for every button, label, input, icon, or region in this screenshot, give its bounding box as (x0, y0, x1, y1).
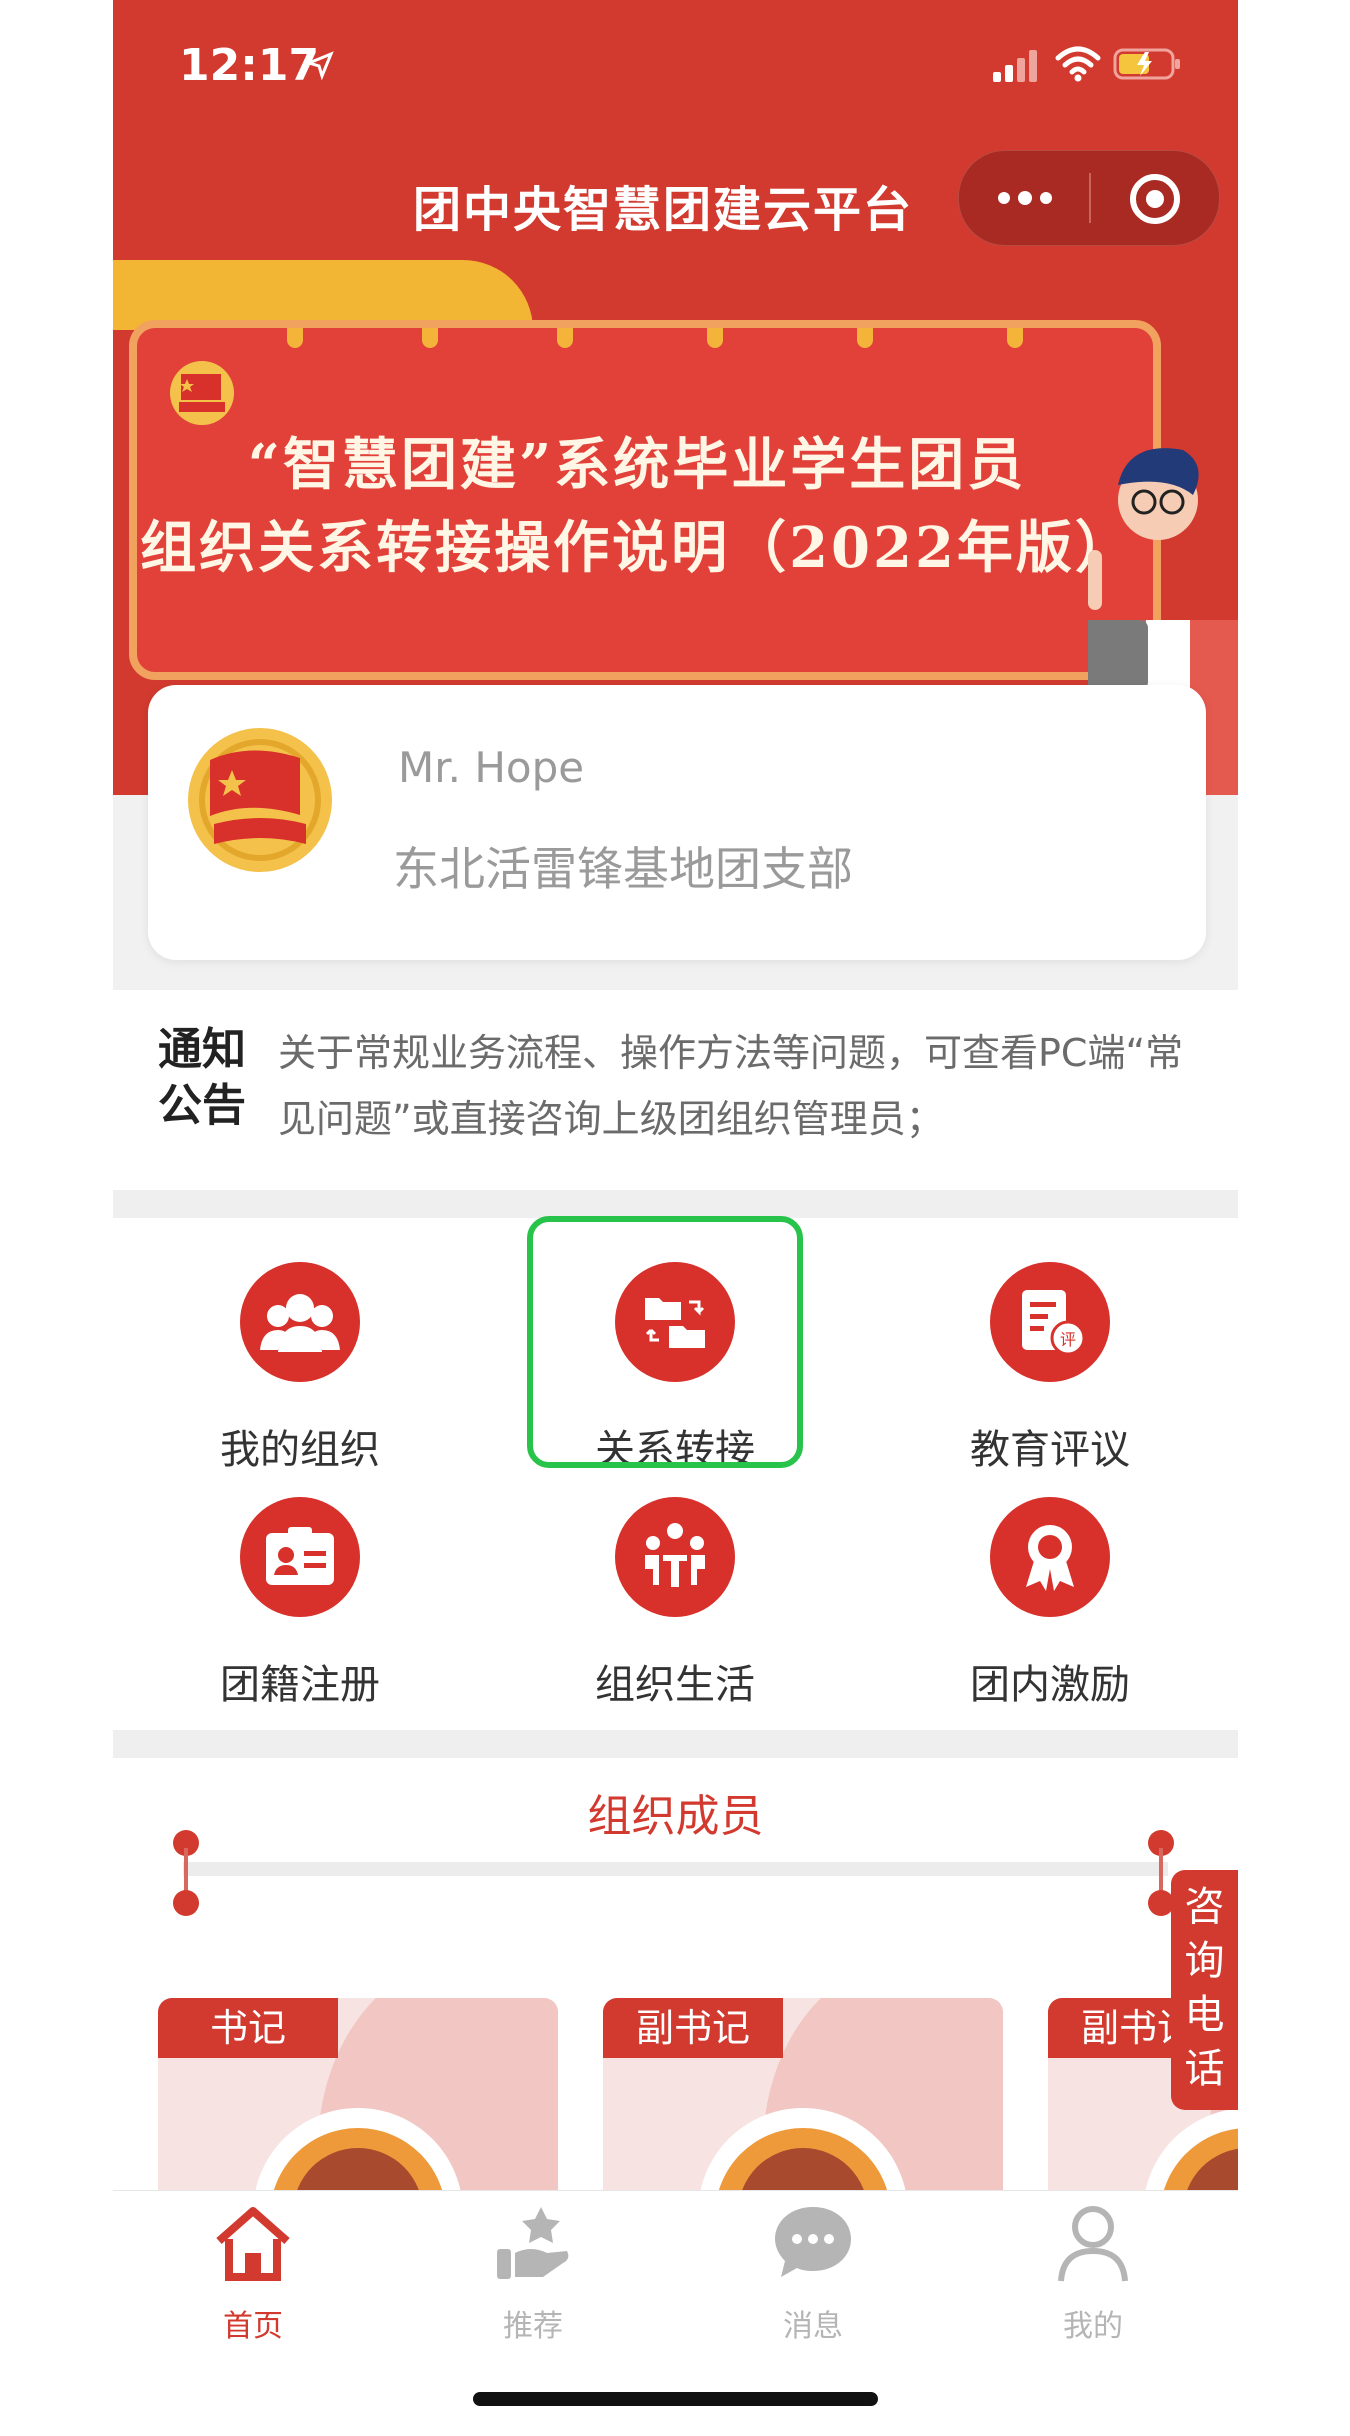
banner-carousel[interactable]: “智慧团建”系统毕业学生团员 组织关系转接操作说明（2022年版） (129, 320, 1161, 680)
selection-highlight-box (527, 1216, 803, 1468)
grid-label: 我的组织 (220, 1427, 380, 1473)
signal-icon (993, 50, 1037, 82)
icon-circle: 评 (990, 1262, 1110, 1382)
home-icon (216, 2207, 290, 2281)
binder-ring (707, 328, 723, 348)
tab-label: 消息 (783, 2309, 843, 2344)
consult-phone-button[interactable]: 咨 询 电 话 (1171, 1870, 1238, 2110)
profile-name: Mr. Hope (398, 743, 585, 792)
icon-circle (990, 1497, 1110, 1617)
banner-title-line-1: “智慧团建”系统毕业学生团员 (247, 432, 1027, 498)
grid-item-education-review[interactable]: 评 教育评议 (865, 1262, 1235, 1492)
notice-tag-line-1: 通知 (158, 1024, 246, 1075)
tab-label: 推荐 (503, 2309, 563, 2344)
icon-circle (240, 1497, 360, 1617)
section-divider (113, 1190, 1238, 1218)
consult-char: 询 (1184, 1938, 1225, 1984)
close-target-icon[interactable] (1127, 171, 1183, 227)
members-rail (183, 1862, 1168, 1876)
consult-char: 电 (1184, 1992, 1225, 2038)
profile-organization: 东北活雷锋基地团支部 (393, 842, 853, 896)
binder-ring (1007, 328, 1023, 348)
icon-circle (615, 1497, 735, 1617)
meeting-icon (645, 1523, 705, 1587)
binder-ring (557, 328, 573, 348)
member-role-tag: 副书记 (603, 1998, 783, 2058)
header-background: 12:17 团中央智慧团建云平台 “智慧团建”系统毕业学生团员 组织关系转接操作… (113, 0, 1238, 795)
location-arrow-icon (305, 51, 334, 80)
tab-label: 首页 (223, 2309, 283, 2344)
grid-item-organization-life[interactable]: 组织生活 (490, 1497, 860, 1727)
rail-pin (173, 1890, 199, 1916)
members-section-title: 组织成员 (587, 1791, 764, 1842)
icon-circle (240, 1262, 360, 1382)
status-time: 12:17 (179, 40, 320, 91)
section-divider (113, 1730, 1238, 1758)
status-bar: 12:17 (113, 40, 1238, 100)
consult-char: 咨 (1184, 1884, 1225, 1930)
page-title: 团中央智慧团建云平台 (413, 182, 914, 238)
wifi-icon (1055, 46, 1101, 82)
battery-charging-icon (1113, 48, 1180, 80)
notice-tag: 通知 公告 (158, 1022, 258, 1134)
banner-title-line-2: 组织关系转接操作说明（2022年版） (140, 515, 1134, 581)
grid-item-membership-registration[interactable]: 团籍注册 (115, 1497, 485, 1727)
grid-item-my-organization[interactable]: 我的组织 (115, 1262, 485, 1492)
league-badge-icon (188, 728, 332, 872)
capsule-divider (1089, 173, 1091, 223)
notice-tag-line-2: 公告 (158, 1080, 246, 1131)
notice-bar[interactable]: 通知 公告 关于常规业务流程、操作方法等问题，可查看PC端“常见问题”或直接咨询… (113, 990, 1238, 1190)
tab-label: 我的 (1063, 2309, 1123, 2344)
grid-label: 团籍注册 (220, 1662, 380, 1708)
chat-bubble-icon (775, 2207, 851, 2277)
grid-label: 团内激励 (970, 1662, 1130, 1708)
grid-item-league-incentive[interactable]: 团内激励 (865, 1497, 1235, 1727)
svg-text:评: 评 (1060, 1330, 1076, 1349)
binder-ring (857, 328, 873, 348)
grid-label: 组织生活 (595, 1662, 755, 1708)
member-role-tag: 书记 (158, 1998, 338, 2058)
home-indicator (473, 2392, 878, 2406)
profile-card[interactable]: Mr. Hope 东北活雷锋基地团支部 (148, 685, 1206, 960)
league-emblem-icon (170, 361, 234, 425)
phone-screen: 12:17 团中央智慧团建云平台 “智慧团建”系统毕业学生团员 组织关系转接操作… (113, 0, 1238, 2436)
review-document-icon: 评 (1022, 1290, 1086, 1356)
consult-char: 话 (1184, 2046, 1225, 2092)
id-card-icon (266, 1527, 334, 1585)
award-ribbon-icon (1026, 1525, 1074, 1591)
more-dots-icon[interactable] (994, 183, 1056, 213)
binder-ring (422, 328, 438, 348)
person-icon (1058, 2206, 1128, 2282)
people-icon (260, 1294, 340, 1352)
grid-label: 教育评议 (970, 1427, 1130, 1473)
recommend-icon (497, 2207, 569, 2279)
notice-text: 关于常规业务流程、操作方法等问题，可查看PC端“常见问题”或直接咨询上级团组织管… (278, 1031, 1184, 1141)
binder-ring (287, 328, 303, 348)
mini-program-capsule (958, 150, 1220, 246)
